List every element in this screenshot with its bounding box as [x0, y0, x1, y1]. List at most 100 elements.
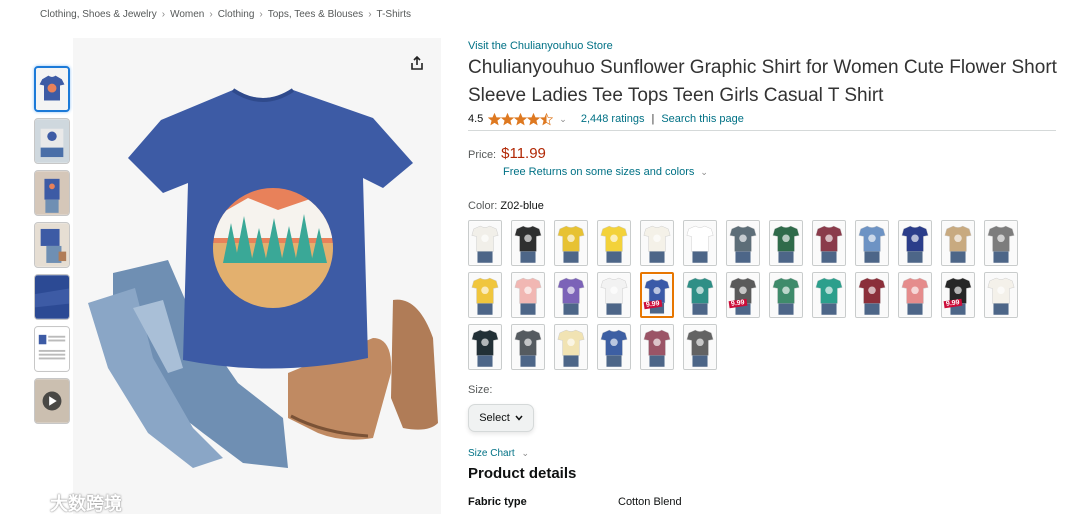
color-swatch[interactable]: [898, 220, 932, 266]
thumbnail-fabric[interactable]: [34, 274, 70, 320]
color-swatch[interactable]: [597, 324, 631, 370]
swatch-image: [598, 325, 630, 369]
color-swatch[interactable]: [511, 220, 545, 266]
color-swatch[interactable]: [683, 324, 717, 370]
swatch-image: [942, 273, 974, 317]
star-icon: [540, 112, 554, 125]
product-info: Visit the Chulianyouhuo Store Chulianyou…: [468, 40, 1058, 508]
color-swatch[interactable]: [769, 272, 803, 318]
breadcrumb-item[interactable]: Women: [170, 9, 204, 20]
breadcrumb-item[interactable]: T-Shirts: [377, 9, 411, 20]
breadcrumb-separator: ›: [259, 9, 263, 20]
swatch-image: [469, 273, 501, 317]
price-value: $11.99: [501, 145, 546, 162]
free-returns-link[interactable]: Free Returns on some sizes and colors ⌄: [503, 166, 1058, 178]
star-icon: [514, 112, 528, 125]
color-swatch[interactable]: [984, 272, 1018, 318]
store-link[interactable]: Visit the Chulianyouhuo Store: [468, 40, 1058, 52]
swatch-image: [813, 221, 845, 265]
swatch-image: [684, 273, 716, 317]
product-title: Chulianyouhuo Sunflower Graphic Shirt fo…: [468, 57, 1057, 106]
color-swatch[interactable]: [855, 220, 889, 266]
color-swatch[interactable]: [941, 220, 975, 266]
free-returns-label: Free Returns on some sizes and colors: [503, 166, 695, 178]
thumbnail-video[interactable]: [34, 378, 70, 424]
color-swatch[interactable]: [640, 324, 674, 370]
share-button[interactable]: [403, 50, 431, 76]
color-swatch[interactable]: [984, 220, 1018, 266]
color-swatch[interactable]: [554, 220, 588, 266]
thumbnail-shirt-outfit[interactable]: [34, 222, 70, 268]
detail-row: Fabric type Cotton Blend: [468, 496, 1058, 508]
color-swatch[interactable]: [683, 220, 717, 266]
size-select-label: Select: [479, 412, 510, 424]
breadcrumb-item[interactable]: Tops, Tees & Blouses: [268, 9, 363, 20]
color-swatch[interactable]: [554, 272, 588, 318]
color-swatch[interactable]: [468, 272, 502, 318]
color-swatch[interactable]: [726, 220, 760, 266]
swatch-image: [469, 221, 501, 265]
detail-value: Cotton Blend: [618, 496, 682, 508]
star-icon: [501, 112, 515, 125]
color-swatch[interactable]: [597, 272, 631, 318]
swatch-image: [512, 221, 544, 265]
thumbnail-image: [35, 275, 69, 319]
swatch-image: [598, 273, 630, 317]
swatch-image: [727, 221, 759, 265]
size-select-dropdown[interactable]: Select: [468, 404, 534, 432]
color-swatch[interactable]: [769, 220, 803, 266]
color-swatch[interactable]: 9.99: [640, 272, 674, 318]
thumbnail-image: [36, 68, 68, 110]
color-swatch[interactable]: [683, 272, 717, 318]
chevron-down-icon: ⌄: [700, 167, 708, 177]
color-swatch[interactable]: [511, 324, 545, 370]
swatch-image: [512, 273, 544, 317]
swatch-image: [942, 221, 974, 265]
product-details-heading: Product details: [468, 465, 577, 482]
main-product-image[interactable]: [73, 38, 441, 514]
color-swatch[interactable]: [855, 272, 889, 318]
price-label: Price:: [468, 149, 497, 161]
swatch-image: [770, 273, 802, 317]
rating-value: 4.5: [468, 113, 484, 125]
swatch-image: [641, 325, 673, 369]
thumbnail-size-chart[interactable]: [34, 326, 70, 372]
thumbnail-shirt-model[interactable]: [34, 170, 70, 216]
breadcrumb-separator: ›: [209, 9, 213, 20]
breadcrumb-item[interactable]: Clothing: [218, 9, 255, 20]
color-swatch[interactable]: 9.99: [726, 272, 760, 318]
color-swatch[interactable]: [468, 324, 502, 370]
color-swatch[interactable]: [597, 220, 631, 266]
breadcrumb-item[interactable]: Clothing, Shoes & Jewelry: [40, 9, 157, 20]
color-swatch-grid: 9.99 9.99 9.99: [468, 220, 1028, 370]
size-chart-link[interactable]: Size Chart ⌄: [468, 448, 1058, 459]
chevron-down-icon[interactable]: ⌄: [559, 114, 567, 125]
thumbnail-image: [35, 171, 69, 215]
thumbnail-list: [34, 66, 70, 430]
color-swatch[interactable]: [812, 272, 846, 318]
swatch-image: [684, 325, 716, 369]
thumbnail-shirt-printed[interactable]: [34, 118, 70, 164]
color-swatch[interactable]: 9.99: [941, 272, 975, 318]
ratings-count-link[interactable]: 2,448 ratings: [581, 113, 645, 125]
thumbnail-image: [35, 223, 69, 267]
star-rating-icon[interactable]: [488, 112, 554, 126]
color-swatch[interactable]: [640, 220, 674, 266]
color-swatch[interactable]: [468, 220, 502, 266]
search-page-link[interactable]: Search this page: [661, 113, 744, 125]
price-row: Price: $11.99: [468, 145, 1058, 162]
swatch-image: [684, 221, 716, 265]
breadcrumb-separator: ›: [368, 9, 372, 20]
size-label: Size:: [468, 384, 493, 396]
color-swatch[interactable]: [812, 220, 846, 266]
color-label-row: Color: Z02-blue: [468, 200, 1058, 212]
color-swatch[interactable]: [898, 272, 932, 318]
swatch-image: [555, 221, 587, 265]
color-swatch[interactable]: [511, 272, 545, 318]
color-swatch[interactable]: [554, 324, 588, 370]
thumbnail-shirt-blue[interactable]: [34, 66, 70, 112]
share-icon: [411, 55, 423, 70]
chevron-down-icon: [515, 415, 523, 421]
divider: |: [651, 113, 655, 125]
swatch-image: [770, 221, 802, 265]
